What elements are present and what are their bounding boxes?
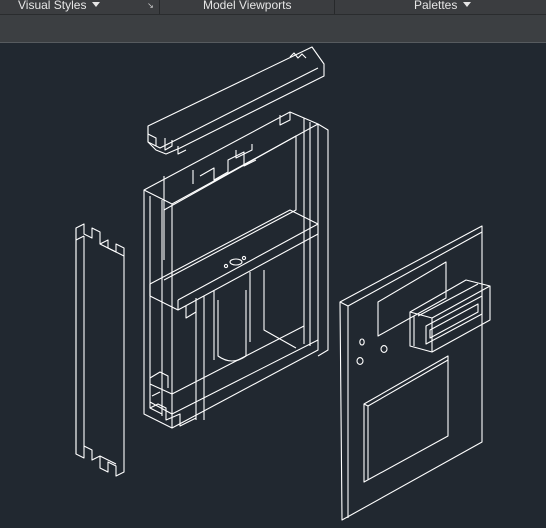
panel-divider xyxy=(159,0,160,14)
visual-styles-panel-button[interactable]: Visual Styles xyxy=(18,0,101,14)
palettes-panel-button[interactable]: Palettes xyxy=(414,0,472,14)
palettes-label: Palettes xyxy=(414,0,458,12)
dialog-launcher-arrow-icon[interactable]: ↘ xyxy=(146,1,155,10)
chevron-down-icon xyxy=(92,2,101,7)
top-lid-part xyxy=(147,46,325,155)
model-viewports-label: Model Viewports xyxy=(203,0,292,12)
front-panel-part xyxy=(339,225,491,521)
wireframe-drawing xyxy=(75,46,491,521)
drawing-viewport[interactable] xyxy=(0,43,546,528)
model-viewports-panel-button[interactable]: Model Viewports xyxy=(203,0,292,14)
ribbon-panel-bar: Visual Styles ↘ Model Viewports Palettes xyxy=(0,0,546,15)
visual-styles-label: Visual Styles xyxy=(18,0,87,12)
panel-divider xyxy=(334,0,335,14)
side-panel-part xyxy=(75,223,125,477)
file-tab-strip xyxy=(0,15,546,43)
chevron-down-icon xyxy=(463,2,472,7)
enclosure-frame-part xyxy=(143,111,329,429)
